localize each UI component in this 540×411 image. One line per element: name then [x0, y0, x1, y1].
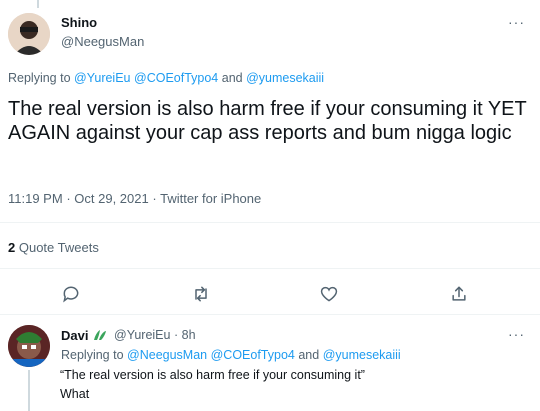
retweet-icon[interactable]: [189, 282, 213, 306]
meta-separator: ·: [66, 191, 71, 206]
mention-link[interactable]: @NeegusMan: [127, 348, 207, 362]
quote-count-label: Quote Tweets: [18, 240, 99, 255]
like-icon[interactable]: [317, 282, 341, 306]
mention-link[interactable]: @yumesekaiii: [323, 348, 401, 362]
quote-tweets-count[interactable]: 2 Quote Tweets: [8, 240, 99, 255]
author-avatar[interactable]: [8, 13, 50, 55]
reply-author-handle[interactable]: @YureiEu: [114, 328, 170, 342]
replying-to-and: and: [298, 348, 320, 362]
quote-count-value: 2: [8, 240, 16, 255]
replying-to-prefix: Replying to: [61, 348, 124, 362]
meta-separator: ·: [173, 328, 179, 342]
mention-link[interactable]: @COEofTypo4: [211, 348, 295, 362]
reply-author-name[interactable]: Davi: [61, 328, 108, 345]
tweet-source[interactable]: Twitter for iPhone: [160, 191, 261, 206]
tweet-time[interactable]: 11:19 PM: [8, 191, 63, 206]
more-icon[interactable]: ···: [508, 14, 525, 30]
reply-text-line: What: [60, 387, 90, 401]
divider: [0, 268, 540, 269]
replying-to-and: and: [221, 71, 243, 85]
reply-handle-line: @YureiEu · 8h: [114, 328, 196, 342]
divider: [0, 314, 540, 315]
replying-to-prefix: Replying to: [8, 71, 71, 85]
tweet-text: The real version is also harm free if yo…: [8, 98, 527, 144]
author-handle[interactable]: @NeegusMan: [61, 34, 144, 49]
mention-link[interactable]: @yumesekaiii: [246, 71, 324, 85]
author-name[interactable]: Shino: [61, 15, 97, 30]
tweet-date[interactable]: Oct 29, 2021: [74, 191, 148, 206]
share-icon[interactable]: [447, 282, 471, 306]
thread-connector-top: [37, 0, 39, 8]
tweet-meta: 11:19 PM · Oct 29, 2021 · Twitter for iP…: [8, 191, 261, 206]
thread-connector-bottom: [28, 370, 30, 411]
badge-icon: [92, 328, 108, 345]
reply-text-line: “The real version is also harm free if y…: [60, 368, 365, 382]
mention-link[interactable]: @COEofTypo4: [134, 71, 218, 85]
reply-author-name-text: Davi: [61, 328, 89, 343]
reply-age[interactable]: 8h: [182, 328, 196, 342]
reply-icon[interactable]: [59, 282, 83, 306]
more-icon[interactable]: ···: [508, 326, 525, 342]
replying-to: Replying to @YureiEu @COEofTypo4 and @yu…: [8, 71, 324, 85]
meta-separator: ·: [152, 191, 157, 206]
mention-link[interactable]: @YureiEu: [74, 71, 130, 85]
reply-author-avatar[interactable]: [8, 325, 50, 367]
reply-replying-to: Replying to @NeegusMan @COEofTypo4 and @…: [61, 348, 401, 362]
divider: [0, 222, 540, 223]
